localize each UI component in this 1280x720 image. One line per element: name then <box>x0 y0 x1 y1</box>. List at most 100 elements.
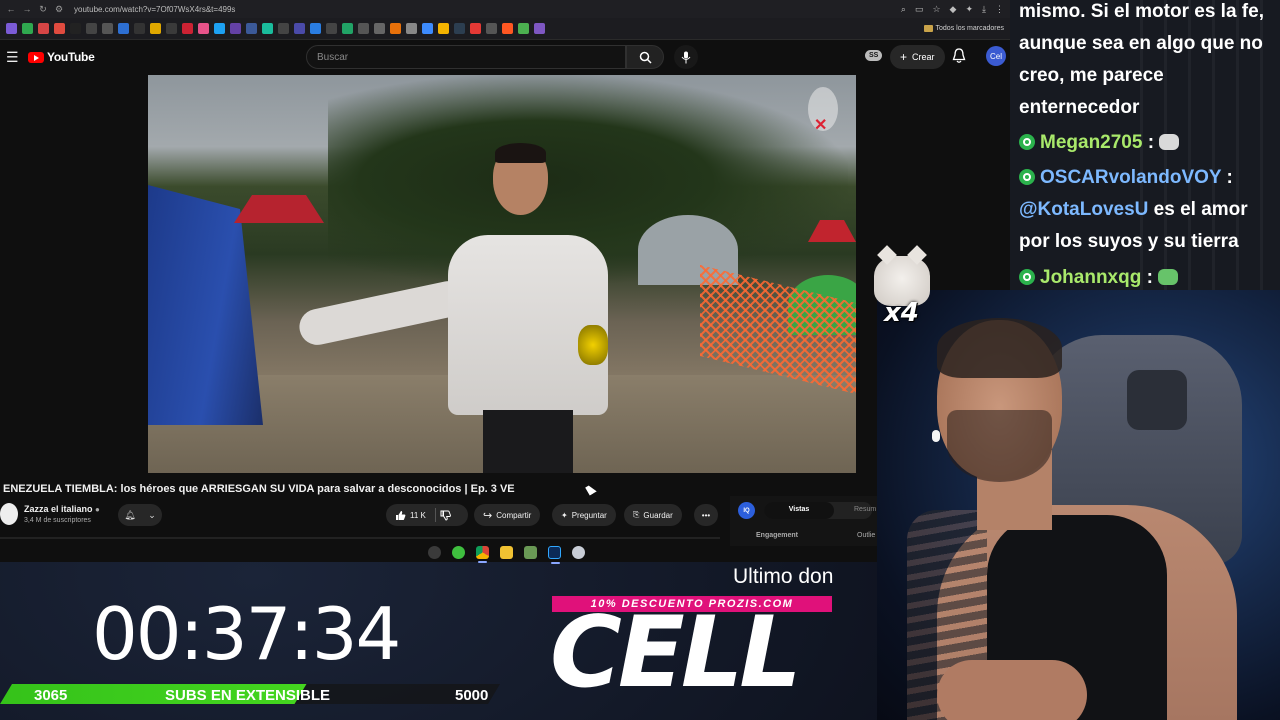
chrome-icon[interactable] <box>476 545 489 563</box>
bookmark-icon[interactable] <box>198 23 209 34</box>
menu-icon[interactable]: ⋮ <box>995 4 1004 15</box>
thumbs-down-icon[interactable] <box>440 510 451 521</box>
folder-icon[interactable] <box>500 545 513 559</box>
cast-icon[interactable]: ▭ <box>915 4 924 15</box>
bookmark-icon[interactable] <box>342 23 353 34</box>
bookmarks-folder[interactable]: Todos los marcadores <box>923 25 1004 32</box>
bookmark-icon[interactable] <box>134 23 145 34</box>
app-icon[interactable] <box>428 545 441 559</box>
app-icon[interactable] <box>572 545 585 559</box>
bookmark-icon[interactable] <box>502 23 513 34</box>
address-bar[interactable]: youtube.com/watch?v=7Of07WsX4rs&t=499s <box>74 5 235 14</box>
app-icon[interactable] <box>452 545 465 559</box>
engagement-label: Engagement <box>756 532 799 539</box>
search-input[interactable]: Buscar <box>306 45 626 69</box>
bookmarks-bar: Todos los marcadores <box>0 18 1010 40</box>
bookmark-icon[interactable] <box>390 23 401 34</box>
chat-mention[interactable]: @KotaLovesU <box>1019 199 1148 220</box>
extension-badge[interactable]: SS <box>865 50 883 61</box>
video-person-hair <box>495 143 546 163</box>
bookmark-icon[interactable] <box>310 23 321 34</box>
channel-name[interactable]: Zazza el italiano ● <box>24 504 100 514</box>
subscription-bell-button[interactable]: 🔔︎ ⌄ <box>118 504 162 526</box>
ticker-text: Ultimo don <box>733 565 834 588</box>
notifications-button[interactable] <box>952 48 966 69</box>
iq-icon[interactable]: IQ <box>738 502 755 519</box>
bookmark-icon[interactable] <box>22 23 33 34</box>
chat-badge-icon <box>1019 169 1035 185</box>
chevron-down-icon: ⌄ <box>148 509 156 520</box>
tab-vistas[interactable]: Vistas <box>764 502 834 519</box>
bookmark-icon[interactable] <box>86 23 97 34</box>
chat-message-text: enternecedor <box>1019 97 1140 118</box>
chat-username[interactable]: OSCARvolandoVOY <box>1040 167 1221 188</box>
back-icon[interactable]: ← <box>6 4 16 14</box>
extension-icon[interactable]: ◆ <box>950 4 957 15</box>
bookmark-icon[interactable] <box>54 23 65 34</box>
video-person-shirt <box>448 235 608 415</box>
bookmark-icon[interactable] <box>358 23 369 34</box>
site-info-icon[interactable]: ⚙ <box>54 4 64 15</box>
bookmark-icon[interactable] <box>534 23 545 34</box>
voice-search-button[interactable] <box>674 45 698 69</box>
browser-toolbar: ← → ↻ ⚙ youtube.com/watch?v=7Of07WsX4rs&… <box>0 0 1010 18</box>
bookmark-icon[interactable] <box>374 23 385 34</box>
bookmark-icon[interactable] <box>102 23 113 34</box>
bookmark-icon[interactable] <box>406 23 417 34</box>
bookmark-icon[interactable] <box>486 23 497 34</box>
photoshop-icon[interactable] <box>548 545 561 564</box>
save-button[interactable]: ⎘ Guardar <box>624 504 682 526</box>
bookmark-icon[interactable] <box>70 23 81 34</box>
tab-resumen[interactable]: Resum <box>854 506 876 513</box>
bookmark-icon[interactable] <box>150 23 161 34</box>
star-icon[interactable]: ☆ <box>932 4 940 15</box>
zoom-icon[interactable]: ⌕ <box>901 4 906 15</box>
video-scene-person <box>296 143 608 473</box>
bookmark-icon[interactable] <box>518 23 529 34</box>
chat-username[interactable]: Johannxqg <box>1040 267 1141 288</box>
chat-username[interactable]: Megan2705 <box>1040 132 1142 153</box>
hamburger-menu-icon[interactable]: ☰ <box>6 49 24 66</box>
bookmark-icon[interactable] <box>262 23 273 34</box>
bookmark-icon[interactable] <box>470 23 481 34</box>
more-actions-button[interactable]: ••• <box>694 504 718 526</box>
bookmark-icon[interactable] <box>438 23 449 34</box>
bookmark-icon[interactable] <box>246 23 257 34</box>
pepe-emote-icon <box>1158 269 1179 285</box>
like-button[interactable]: 11 K <box>386 504 468 526</box>
download-icon[interactable]: ⤓ <box>982 4 986 15</box>
reload-icon[interactable]: ↻ <box>38 4 48 15</box>
app-icon[interactable] <box>524 545 537 559</box>
account-avatar[interactable]: Cel <box>986 46 1006 66</box>
bookmark-icon[interactable] <box>182 23 193 34</box>
puzzle-icon[interactable]: ✦ <box>965 4 973 15</box>
bookmark-icon[interactable] <box>422 23 433 34</box>
share-button[interactable]: ↪ Compartir <box>474 504 541 526</box>
promo-banner: 10% DESCUENTO PROZIS.COM <box>552 596 832 612</box>
forward-icon[interactable]: → <box>22 4 32 14</box>
channel-avatar[interactable] <box>0 503 18 525</box>
bookmark-icon[interactable] <box>278 23 289 34</box>
chat-separator: : <box>1226 167 1233 188</box>
bookmark-icon[interactable] <box>118 23 129 34</box>
bookmark-icon[interactable] <box>454 23 465 34</box>
bookmark-icon[interactable] <box>214 23 225 34</box>
subs-label: SUBS EN EXTENSIBLE <box>165 687 331 704</box>
webcam-feed <box>877 290 1280 720</box>
video-player[interactable]: ✕ <box>148 75 856 473</box>
bookmark-icon[interactable] <box>326 23 337 34</box>
chat-message: Johannxqg : <box>1019 262 1179 292</box>
create-button[interactable]: + Crear <box>890 45 945 69</box>
search-button[interactable] <box>626 45 664 69</box>
bookmark-icon[interactable] <box>6 23 17 34</box>
ask-button[interactable]: ✦ Preguntar <box>552 504 616 526</box>
subs-goal: 5000 <box>455 687 489 704</box>
video-person-pants <box>483 410 573 473</box>
bookmark-icon[interactable] <box>38 23 49 34</box>
youtube-logo[interactable]: YouTube <box>28 50 95 64</box>
search-icon <box>639 51 652 64</box>
bookmark-icon[interactable] <box>294 23 305 34</box>
bookmark-icon[interactable] <box>166 23 177 34</box>
bookmark-icon[interactable] <box>230 23 241 34</box>
youtube-header: ☰ YouTube Buscar SS + Crear Cel <box>0 40 1010 74</box>
